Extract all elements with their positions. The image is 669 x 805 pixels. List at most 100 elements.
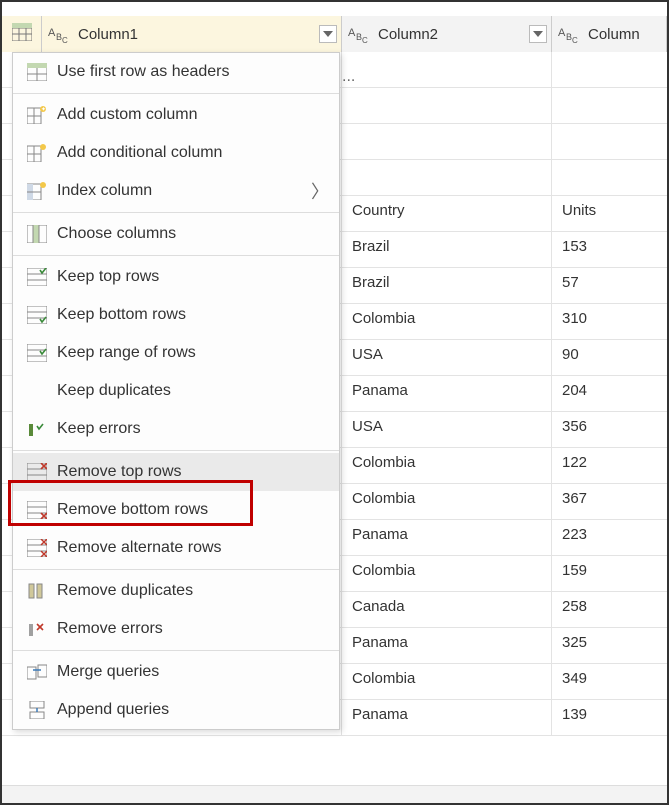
column2-dropdown[interactable] xyxy=(529,25,547,43)
choose-columns-icon xyxy=(23,223,51,245)
index-column-icon xyxy=(23,180,51,202)
menu-keep-range-of-rows[interactable]: Keep range of rows xyxy=(13,334,339,372)
cell[interactable] xyxy=(342,124,552,159)
table-context-menu: Use first row as headers ✦ Add custom co… xyxy=(12,52,340,730)
cell[interactable] xyxy=(552,124,667,159)
cell[interactable]: 204 xyxy=(552,376,667,411)
cell[interactable]: 57 xyxy=(552,268,667,303)
headers-icon xyxy=(23,61,51,83)
cell[interactable] xyxy=(342,88,552,123)
menu-label: Keep range of rows xyxy=(57,344,196,362)
menu-choose-columns[interactable]: Choose columns xyxy=(13,215,339,253)
cell[interactable] xyxy=(552,88,667,123)
cell[interactable] xyxy=(552,160,667,195)
remove-alternate-icon xyxy=(23,537,51,559)
cell[interactable]: 122 xyxy=(552,448,667,483)
text-type-icon: ABC xyxy=(48,24,72,44)
table-icon xyxy=(12,23,32,45)
cell[interactable]: Colombia xyxy=(342,556,552,591)
submenu-arrow-icon: 〉 xyxy=(311,178,329,204)
menu-remove-errors[interactable]: Remove errors xyxy=(13,610,339,648)
cell[interactable]: Panama xyxy=(342,628,552,663)
cell[interactable]: 139 xyxy=(552,700,667,735)
menu-label: Add custom column xyxy=(57,106,198,124)
cell[interactable]: Brazil xyxy=(342,268,552,303)
menu-label: Choose columns xyxy=(57,225,176,243)
cell[interactable]: Panama xyxy=(342,376,552,411)
svg-text:C: C xyxy=(62,36,68,44)
menu-separator xyxy=(13,569,339,570)
menu-keep-duplicates[interactable]: Keep duplicates xyxy=(13,372,339,410)
text-type-icon: ABC xyxy=(348,24,372,44)
keep-top-icon xyxy=(23,266,51,288)
menu-label: Keep bottom rows xyxy=(57,306,186,324)
column-header-column1[interactable]: ABC Column1 xyxy=(42,16,342,52)
blank-icon xyxy=(23,380,51,402)
cell[interactable]: Units xyxy=(552,196,667,231)
menu-merge-queries[interactable]: Merge queries xyxy=(13,653,339,691)
menu-label: Keep top rows xyxy=(57,268,159,286)
cell[interactable]: Canada xyxy=(342,592,552,627)
cell[interactable]: Colombia xyxy=(342,484,552,519)
column3-label: Column xyxy=(588,26,640,43)
menu-index-column[interactable]: Index column 〉 xyxy=(13,172,339,210)
menu-append-queries[interactable]: Append queries xyxy=(13,691,339,729)
cell[interactable]: 349 xyxy=(552,664,667,699)
cell[interactable]: 310 xyxy=(552,304,667,339)
text-type-icon: ABC xyxy=(558,24,582,44)
append-queries-icon xyxy=(23,699,51,721)
menu-add-conditional-column[interactable]: Add conditional column xyxy=(13,134,339,172)
menu-separator xyxy=(13,93,339,94)
menu-add-custom-column[interactable]: ✦ Add custom column xyxy=(13,96,339,134)
column-header-column3[interactable]: ABC Column xyxy=(552,16,667,52)
cell[interactable]: Country xyxy=(342,196,552,231)
cell[interactable]: Panama xyxy=(342,700,552,735)
cell[interactable] xyxy=(552,52,667,87)
remove-errors-icon xyxy=(23,618,51,640)
menu-keep-top-rows[interactable]: Keep top rows xyxy=(13,258,339,296)
cell[interactable]: 90 xyxy=(552,340,667,375)
menu-remove-bottom-rows[interactable]: Remove bottom rows xyxy=(13,491,339,529)
menu-label: Remove alternate rows xyxy=(57,539,222,557)
cell[interactable]: Brazil xyxy=(342,232,552,267)
cell[interactable]: 159 xyxy=(552,556,667,591)
menu-label: Remove duplicates xyxy=(57,582,193,600)
add-column-icon: ✦ xyxy=(23,104,51,126)
menu-remove-alternate-rows[interactable]: Remove alternate rows xyxy=(13,529,339,567)
remove-top-icon xyxy=(23,461,51,483)
menu-label: Keep errors xyxy=(57,420,141,438)
menu-keep-errors[interactable]: Keep errors xyxy=(13,410,339,448)
column2-label: Column2 xyxy=(378,26,438,43)
cell[interactable]: 258 xyxy=(552,592,667,627)
conditional-column-icon xyxy=(23,142,51,164)
cell[interactable]: 223 xyxy=(552,520,667,555)
column1-dropdown[interactable] xyxy=(319,25,337,43)
menu-remove-duplicates[interactable]: Remove duplicates xyxy=(13,572,339,610)
cell[interactable]: USA xyxy=(342,340,552,375)
svg-text:A: A xyxy=(558,27,566,39)
menu-separator xyxy=(13,212,339,213)
table-icon-header[interactable] xyxy=(2,16,42,52)
cell[interactable] xyxy=(342,52,552,87)
svg-text:A: A xyxy=(348,27,356,39)
cell[interactable]: Colombia xyxy=(342,664,552,699)
column-header-column2[interactable]: ABC Column2 xyxy=(342,16,552,52)
keep-errors-icon xyxy=(23,418,51,440)
menu-remove-top-rows[interactable]: Remove top rows xyxy=(13,453,339,491)
menu-use-first-row-as-headers[interactable]: Use first row as headers xyxy=(13,53,339,91)
cell[interactable]: 356 xyxy=(552,412,667,447)
svg-text:✦: ✦ xyxy=(41,106,46,113)
cell[interactable]: 325 xyxy=(552,628,667,663)
cell[interactable]: 367 xyxy=(552,484,667,519)
cell[interactable]: Colombia xyxy=(342,448,552,483)
keep-bottom-icon xyxy=(23,304,51,326)
cell[interactable]: USA xyxy=(342,412,552,447)
cell[interactable] xyxy=(342,160,552,195)
cell[interactable]: 153 xyxy=(552,232,667,267)
cell[interactable]: Colombia xyxy=(342,304,552,339)
cell[interactable]: Panama xyxy=(342,520,552,555)
menu-keep-bottom-rows[interactable]: Keep bottom rows xyxy=(13,296,339,334)
keep-range-icon xyxy=(23,342,51,364)
column1-label: Column1 xyxy=(78,26,138,43)
menu-separator xyxy=(13,450,339,451)
